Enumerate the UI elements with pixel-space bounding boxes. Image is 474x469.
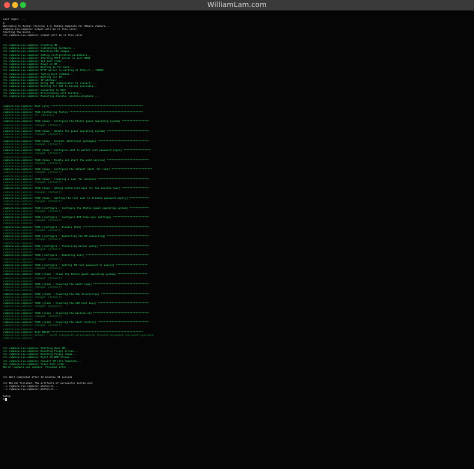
ansible-log-line: vsphere-iso.vsphere:	[3, 337, 34, 341]
ansible-provisioner-log: vsphere-iso.vsphere: PLAY [all] ********…	[3, 105, 474, 341]
window-title: WilliamLam.com	[207, 1, 267, 9]
build-summary: ==> Wait completed after 22 minutes 48 s…	[3, 376, 474, 402]
terminal-header-block: Last login: ... $ Welcoming to Packer (Ver…	[3, 18, 474, 37]
packer-finish-log: ==> vsphere-iso.vsphere: Shutting down V…	[3, 347, 474, 369]
build-log-line: ==> vsphere-iso.vsphere: Executing Ansib…	[3, 94, 100, 98]
terminal-window: WilliamLam.com Last login: ... $ Welcoming…	[0, 0, 474, 469]
window-titlebar: WilliamLam.com	[0, 0, 474, 11]
finish-log-line: Build 'vsphere-iso.vsphere' finished aft…	[3, 365, 73, 369]
terminal-cursor	[4, 397, 7, 401]
terminal-output[interactable]: Last login: ... $ Welcoming to Packer (Ver…	[0, 11, 474, 469]
summary-line: $	[3, 397, 474, 401]
terminal-line: ==> vsphere-iso.vsphere: output will be …	[3, 34, 83, 38]
packer-build-log: ==> vsphere-iso.vsphere: Creating VM... =…	[3, 44, 474, 98]
